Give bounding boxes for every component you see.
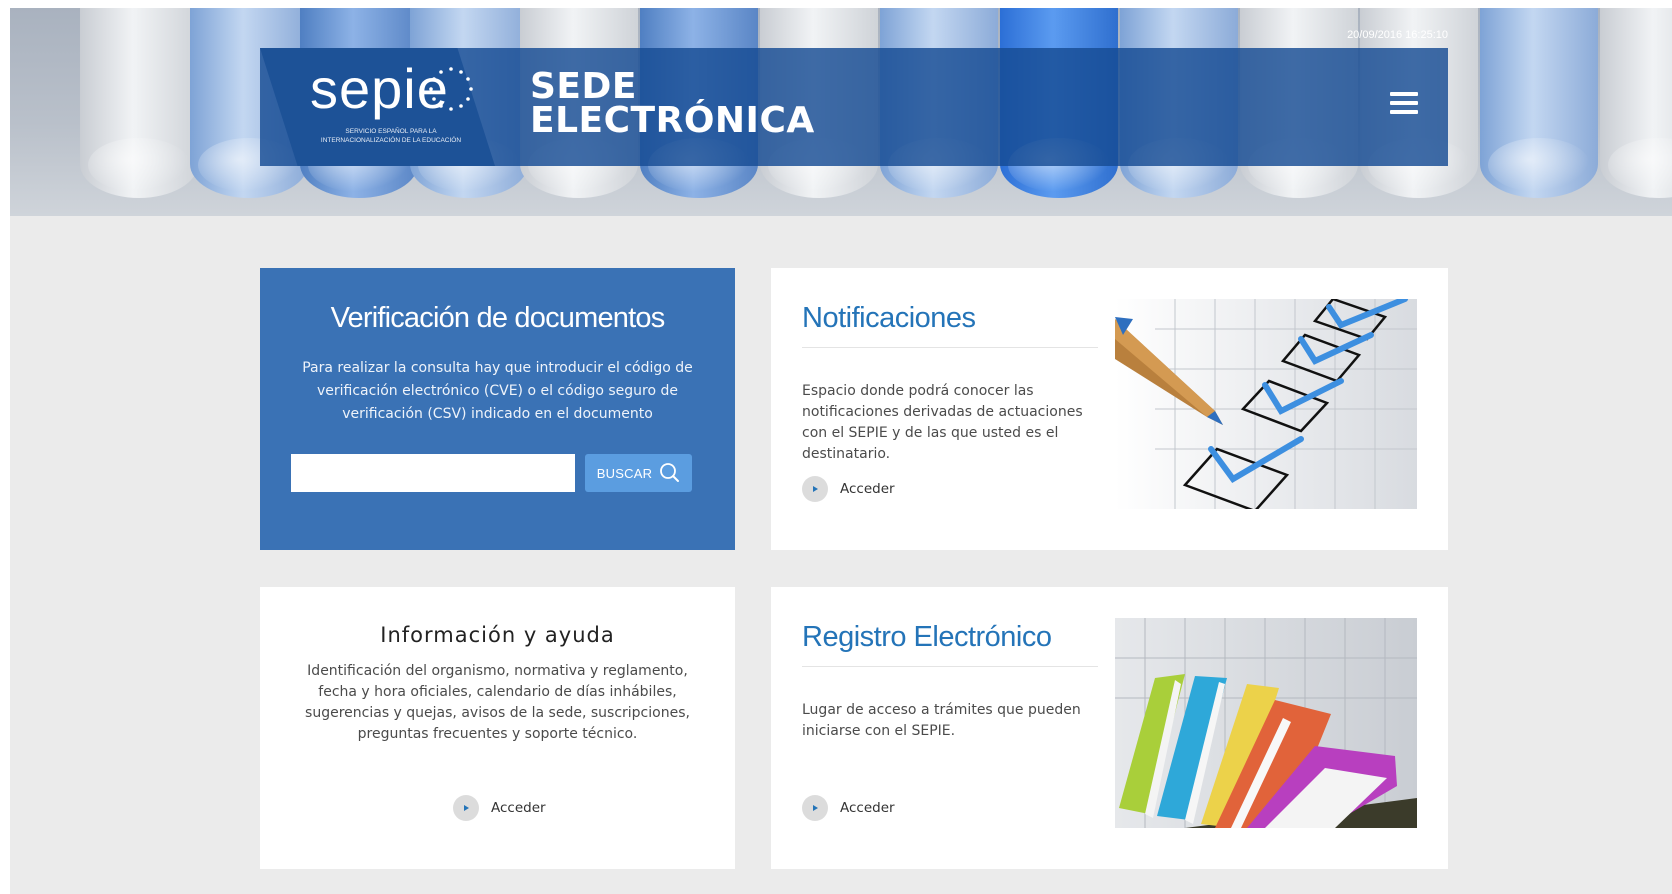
info-help-card: Información y ayuda Identificación del o… — [260, 587, 735, 869]
play-arrow-icon — [453, 795, 479, 821]
info-help-description: Identificación del organismo, normativa … — [305, 663, 690, 742]
hero-chalk-decoration — [1480, 8, 1598, 198]
access-link-label: Acceder — [491, 800, 546, 816]
search-icon — [660, 463, 680, 482]
eu-stars-icon — [429, 67, 473, 111]
access-link-label: Acceder — [840, 800, 895, 816]
registry-description: Lugar de acceso a trámites que pueden in… — [802, 702, 1081, 739]
registry-access-link[interactable]: Acceder — [802, 795, 895, 821]
page: sepie SERVICIO ESPAÑOL PARA LA INTERNACI… — [10, 8, 1672, 894]
document-verification-card: Verificación de documentos Para realizar… — [260, 268, 735, 550]
play-arrow-icon — [802, 476, 828, 502]
info-help-title[interactable]: Información y ayuda — [260, 623, 735, 647]
hero-chalk-decoration — [1600, 8, 1672, 198]
verification-code-input[interactable] — [291, 454, 575, 492]
official-datetime: 20/09/2016 16:25:10 — [1347, 29, 1448, 41]
search-button[interactable]: BUSCAR — [585, 454, 692, 492]
notifications-access-link[interactable]: Acceder — [802, 476, 895, 502]
play-arrow-icon — [802, 795, 828, 821]
notifications-card: Notificaciones Espacio donde podrá conoc… — [771, 268, 1448, 550]
verification-title: Verificación de documentos — [330, 302, 666, 334]
hamburger-menu-icon[interactable] — [1390, 92, 1418, 118]
site-title-line1: SEDE — [530, 66, 637, 107]
access-link-label: Acceder — [840, 481, 895, 497]
header-hero: sepie SERVICIO ESPAÑOL PARA LA INTERNACI… — [10, 8, 1672, 216]
site-title: SEDE ELECTRÓNICA — [530, 66, 815, 141]
logo-subtitle: SERVICIO ESPAÑOL PARA LA INTERNACIONALIZ… — [320, 128, 462, 144]
registry-title[interactable]: Registro Electrónico — [802, 621, 1052, 654]
search-button-label: BUSCAR — [596, 465, 653, 481]
checklist-pencil-illustration — [1115, 299, 1417, 509]
info-help-access-link[interactable]: Acceder — [453, 795, 546, 821]
electronic-registry-card: Registro Electrónico Lugar de acceso a t… — [771, 587, 1448, 869]
stacked-books-illustration — [1115, 618, 1417, 828]
title-divider — [802, 666, 1098, 667]
notifications-title[interactable]: Notificaciones — [802, 302, 976, 335]
title-divider — [802, 347, 1098, 348]
notifications-description: Espacio donde podrá conocer las notifica… — [802, 383, 1083, 462]
site-title-line2: ELECTRÓNICA — [530, 100, 815, 141]
verification-description: Para realizar la consulta hay que introd… — [302, 360, 693, 422]
hero-chalk-decoration — [80, 8, 198, 198]
